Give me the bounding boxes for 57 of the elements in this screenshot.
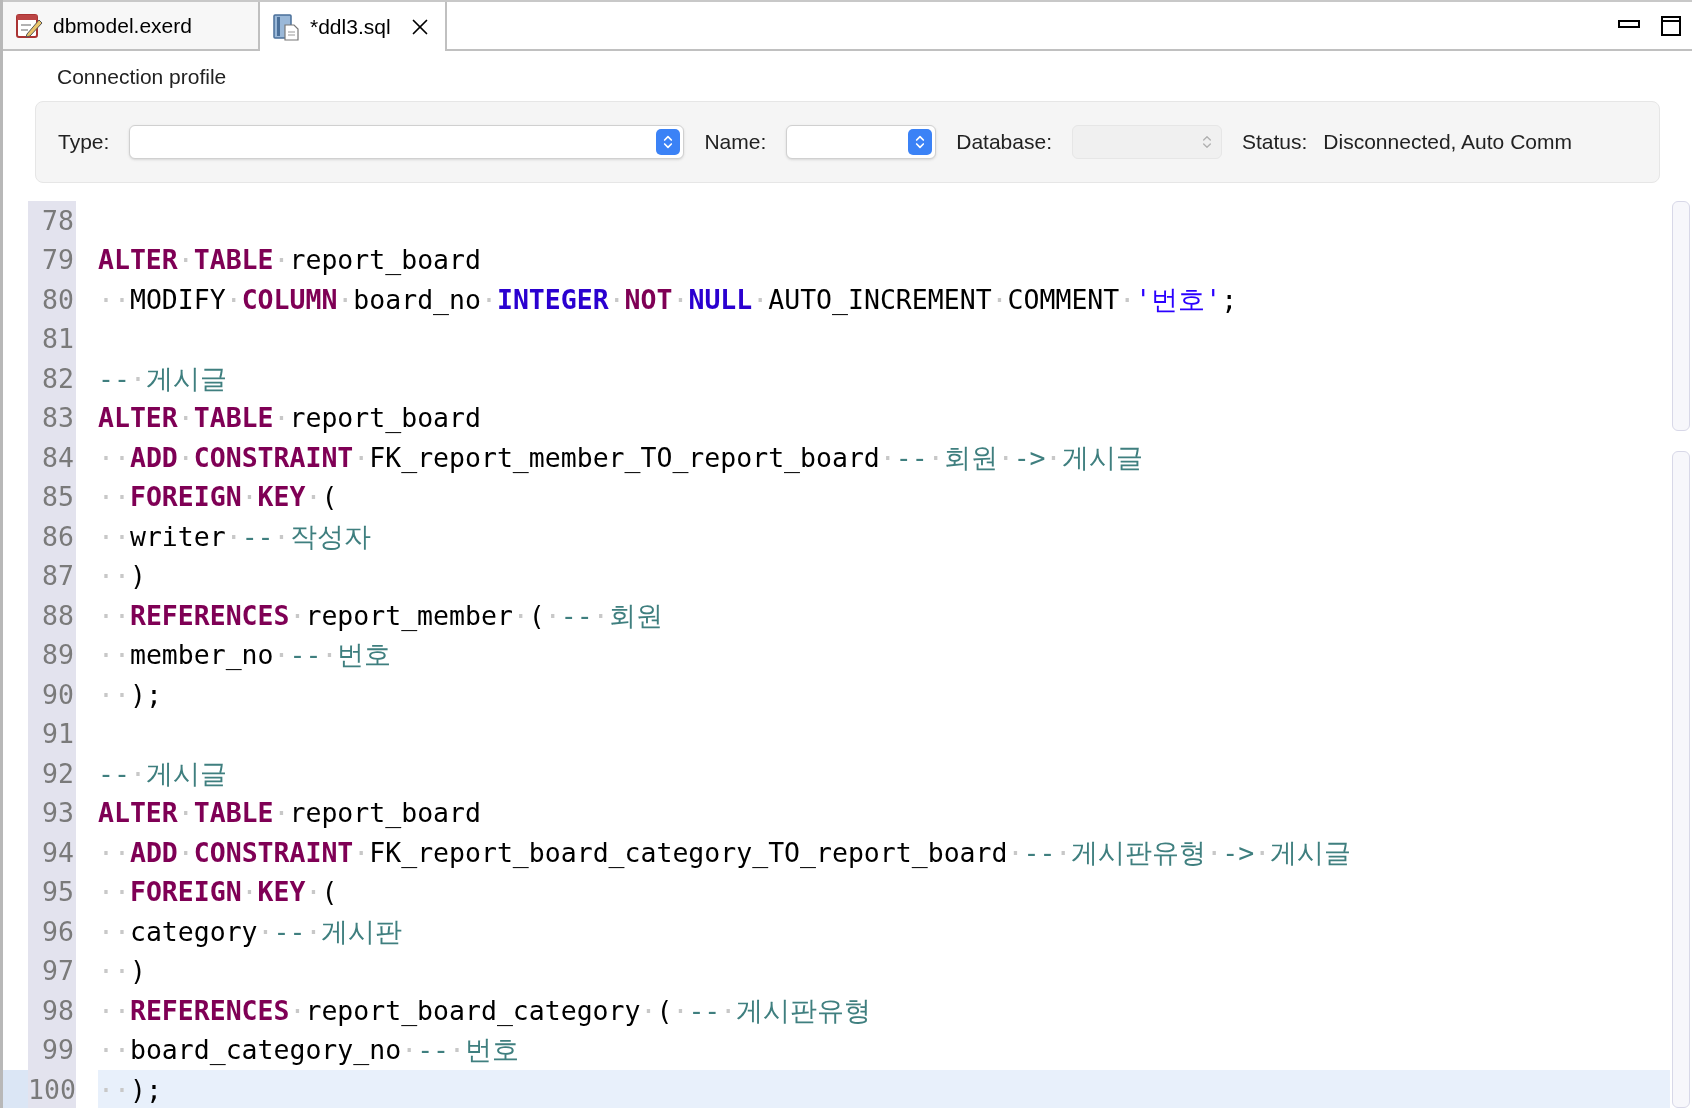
code-line: ··MODIFY·COLUMN·board_no·INTEGER·NOT·NULL·AUTO_INCREMENT·COMMENT·'번호'; <box>98 282 1238 317</box>
line-number: 78 <box>28 200 76 240</box>
line-number: 100 <box>28 1069 76 1108</box>
status-value: Disconnected, Auto Comm <box>1323 128 1572 155</box>
line-number: 97 <box>28 951 76 991</box>
line-number: 89 <box>28 635 76 675</box>
code-line: ··); <box>98 1072 162 1107</box>
line-number: 99 <box>28 1030 76 1070</box>
code-line: ··) <box>98 954 146 988</box>
code-line: ··); <box>98 677 162 712</box>
code-line: ··category·--·게시판 <box>98 914 403 949</box>
line-number: 90 <box>28 674 76 714</box>
code-line: ··board_category_no·--·번호 <box>98 1033 519 1067</box>
field-label: Database: <box>956 128 1052 155</box>
line-number: 95 <box>28 872 76 912</box>
code-line: ··ADD·CONSTRAINT·FK_report_member_TO_report_board·--·회원·->·게시글 <box>98 440 1143 475</box>
line-number: 94 <box>28 832 76 872</box>
maximize-icon[interactable] <box>1660 14 1682 37</box>
field-label: Name: <box>704 128 767 155</box>
code-line: ··member_no·--·번호 <box>98 638 392 672</box>
dropdown-field[interactable] <box>129 124 685 159</box>
code-line: ··ADD·CONSTRAINT·FK_report_board_category_TO_report_board·--·게시판유형·->·게시글 <box>98 835 1352 870</box>
code-line: --·게시글 <box>98 756 227 791</box>
line-number: 81 <box>28 319 76 359</box>
diagram-pencil-icon <box>15 11 43 40</box>
code-line: ALTER·TABLE·report_board <box>98 401 481 435</box>
code-line: ALTER·TABLE·report_board <box>98 243 481 277</box>
code-line: ··FOREIGN·KEY·( <box>98 875 338 909</box>
line-number: 87 <box>28 556 76 596</box>
scrollbar[interactable] <box>1670 200 1692 1108</box>
editor-tab[interactable]: *ddl3.sql <box>258 2 447 51</box>
line-number: 86 <box>28 516 76 556</box>
line-number: 80 <box>28 279 76 319</box>
line-number: 93 <box>28 793 76 833</box>
line-number: 83 <box>28 398 76 438</box>
code-line: ··writer·--·작성자 <box>98 519 371 554</box>
sql-file-icon <box>272 12 300 41</box>
line-number: 79 <box>28 240 76 280</box>
code-line: ··REFERENCES·report_member·(·--·회원 <box>98 598 663 633</box>
dropdown-field[interactable] <box>786 124 937 159</box>
code-line: ··FOREIGN·KEY·( <box>98 480 338 514</box>
code-line: ··REFERENCES·report_board_category·(·--·게시판유형 <box>98 993 872 1028</box>
line-number: 92 <box>28 753 76 793</box>
line-number: 82 <box>28 358 76 398</box>
code-line: ··) <box>98 559 146 593</box>
code-line: --·게시글 <box>98 361 227 396</box>
line-number: 91 <box>28 714 76 754</box>
line-number: 98 <box>28 990 76 1030</box>
code-line: ALTER·TABLE·report_board <box>98 796 481 830</box>
line-number: 96 <box>28 911 76 951</box>
editor-tab[interactable]: dbmodel.exerd <box>3 2 258 49</box>
line-number: 84 <box>28 437 76 477</box>
line-number: 85 <box>28 477 76 517</box>
status-label: Status: <box>1241 128 1308 155</box>
line-number: 88 <box>28 595 76 635</box>
section-title: Connection profile <box>56 64 228 90</box>
field-label: Type: <box>58 128 110 155</box>
